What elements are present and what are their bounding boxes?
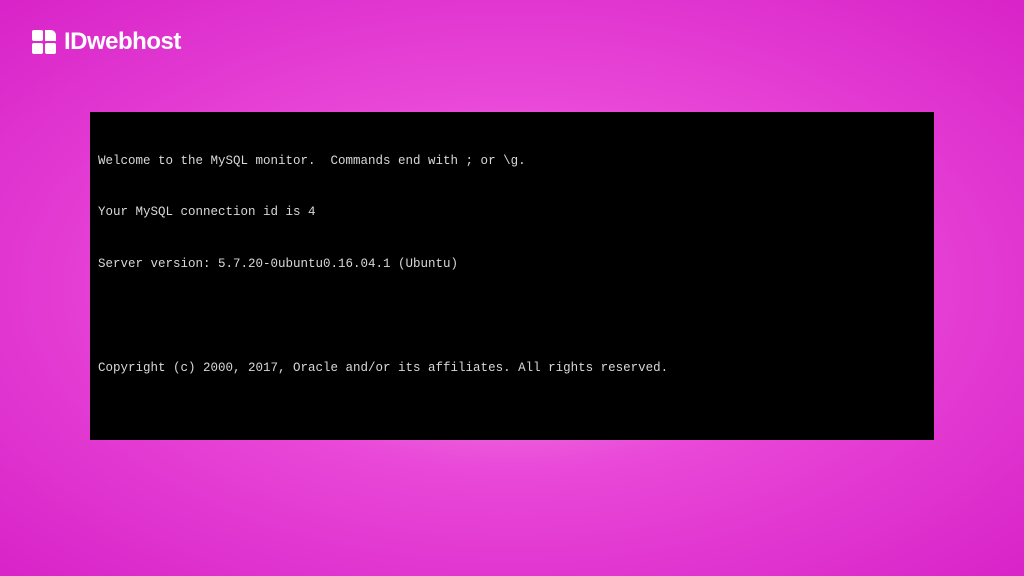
terminal-blank — [98, 308, 926, 325]
terminal-blank — [98, 411, 926, 428]
brand-logo: IDwebhost — [32, 28, 181, 56]
mysql-terminal[interactable]: Welcome to the MySQL monitor. Commands e… — [90, 112, 934, 440]
logo-icon — [32, 30, 56, 54]
terminal-line-copyright: Copyright (c) 2000, 2017, Oracle and/or … — [98, 360, 926, 377]
terminal-line-connection: Your MySQL connection id is 4 — [98, 204, 926, 221]
terminal-line-welcome: Welcome to the MySQL monitor. Commands e… — [98, 153, 926, 170]
terminal-line-server: Server version: 5.7.20-0ubuntu0.16.04.1 … — [98, 256, 926, 273]
brand-name: IDwebhost — [64, 28, 181, 56]
